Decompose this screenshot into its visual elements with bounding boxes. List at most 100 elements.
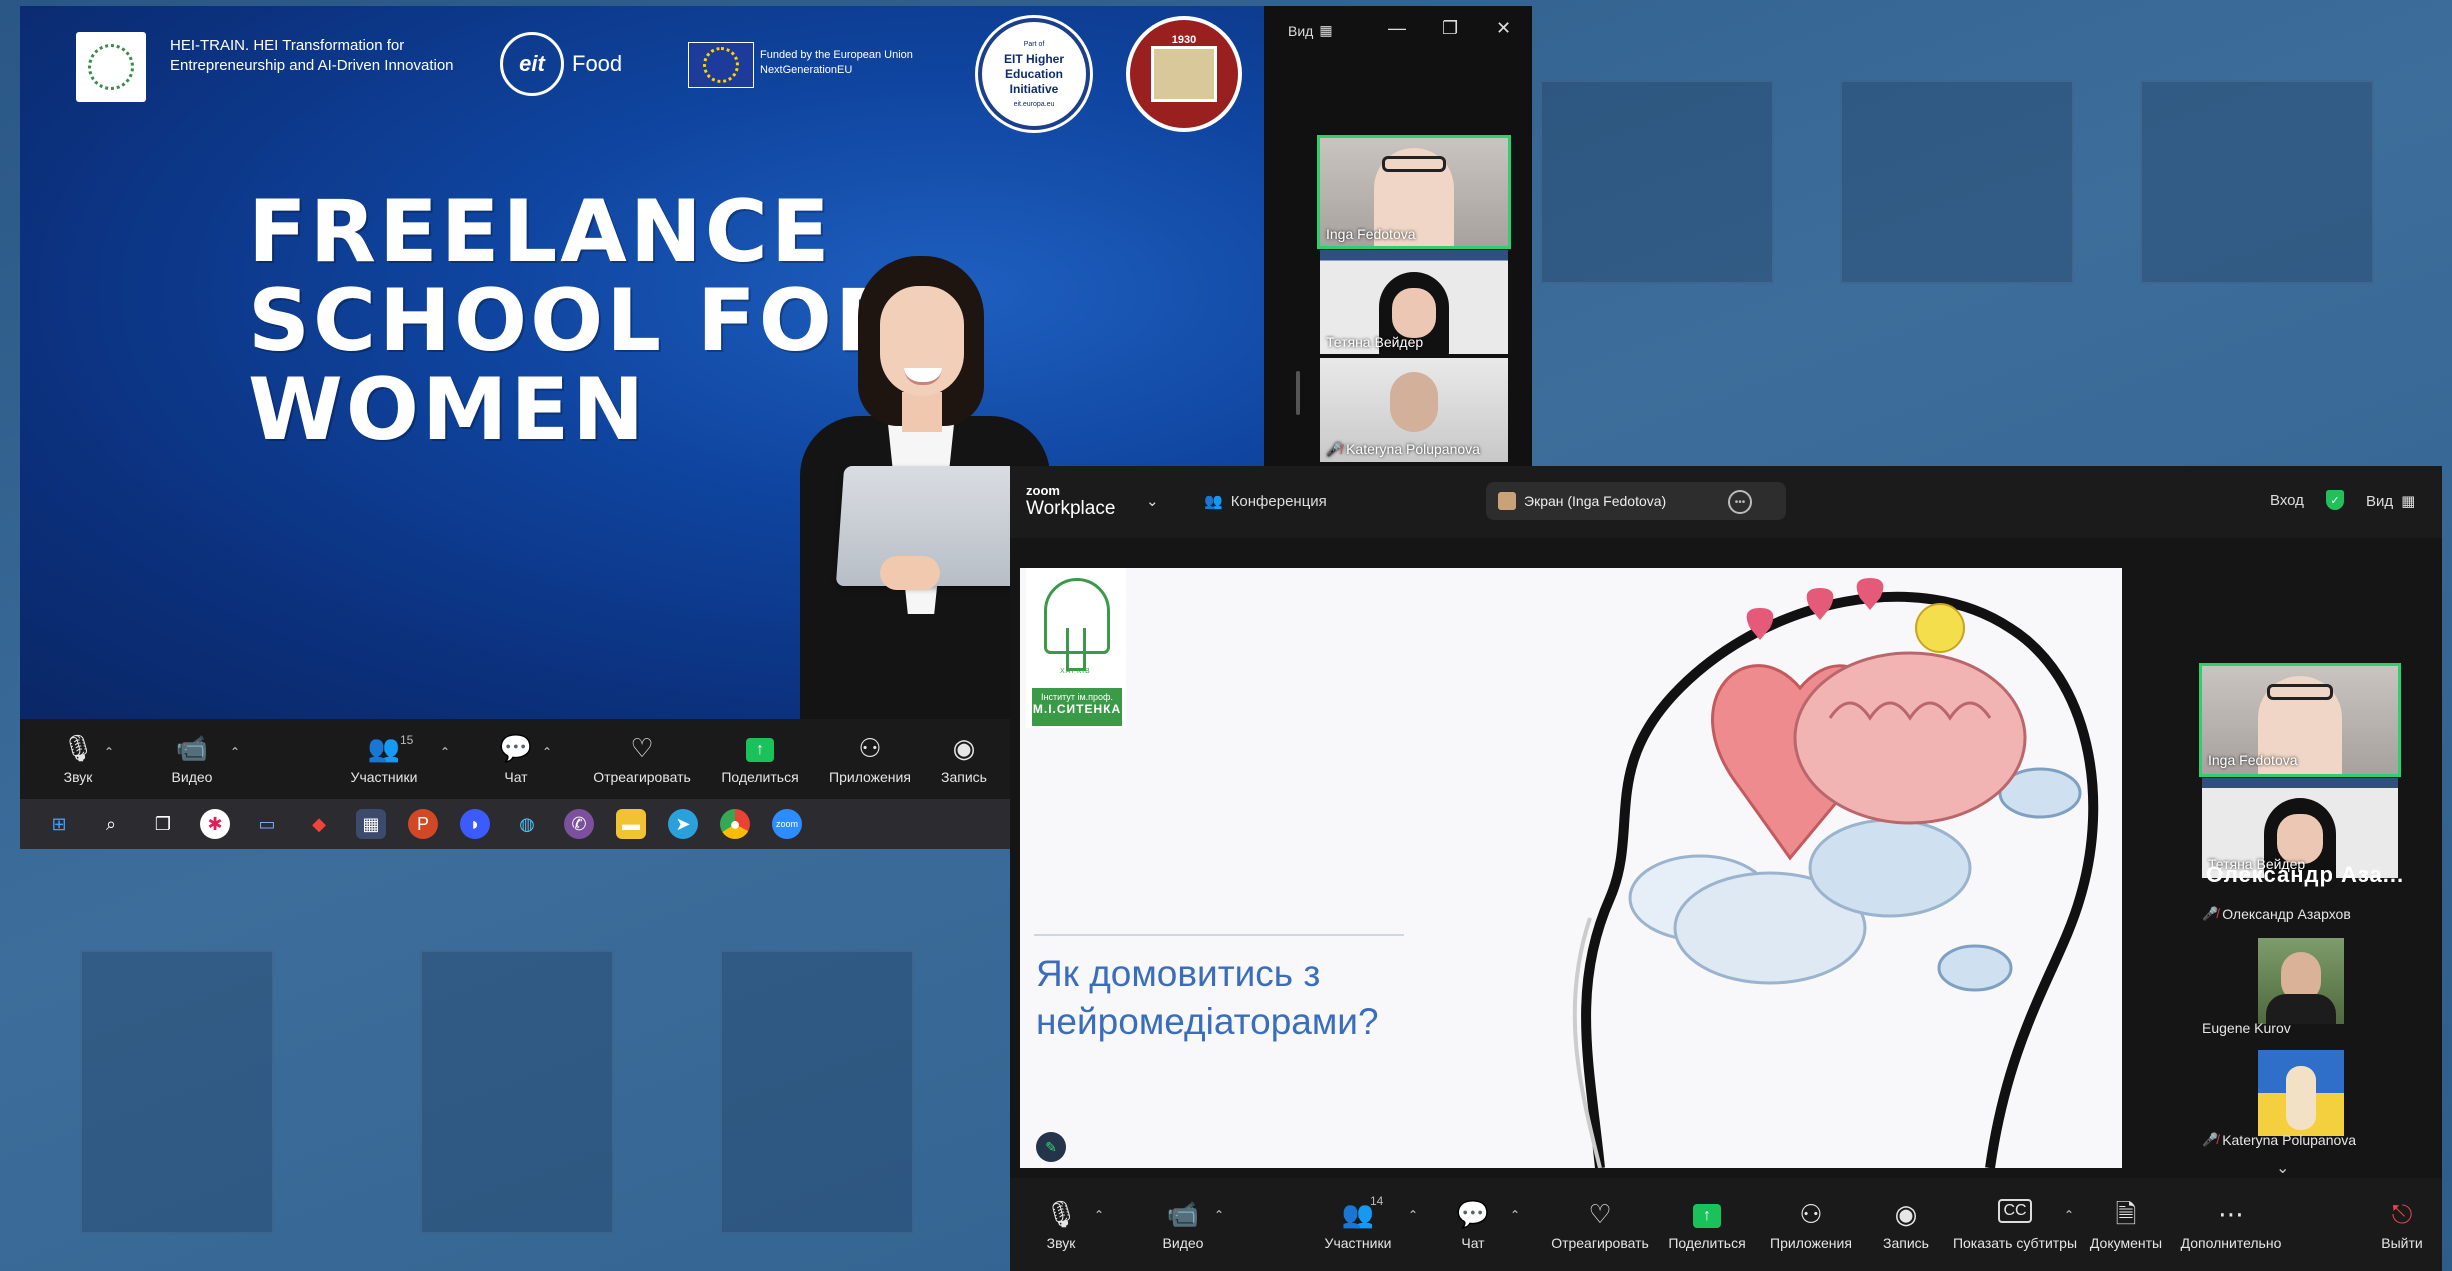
video-label: Видео xyxy=(171,769,213,785)
close-button[interactable]: ✕ xyxy=(1496,18,1511,39)
mic-muted-icon: 🎤̸ xyxy=(2202,1132,2219,1147)
conference-label: Конференция xyxy=(1230,492,1327,510)
eit-he-small: Part of xyxy=(1023,40,1045,48)
meeting-toolbar-2: 🎙 Звук ⌃ 📹 Видео ⌃ 👥 14 Участники ⌃ 💬 Ча… xyxy=(1010,1178,2442,1271)
apps-button[interactable]: ⚇ Приложения xyxy=(810,719,930,799)
calculator-icon[interactable]: ▦ xyxy=(356,809,386,839)
microphone-icon: 🎙 xyxy=(1044,1198,1078,1229)
share-button-2[interactable]: ↑ Поделиться xyxy=(1652,1178,1762,1271)
heart-and-brain-illustration xyxy=(1572,578,2099,1168)
leave-icon: ⎋ xyxy=(2391,1198,2413,1229)
share-button[interactable]: ↑ Поделиться xyxy=(700,719,820,799)
slide-title-line-1: Як домовитись з xyxy=(1036,953,1321,994)
video-options-chevron-icon[interactable]: ⌃ xyxy=(1214,1208,1224,1222)
leave-button[interactable]: ⎋ Выйти xyxy=(2374,1178,2430,1271)
minimize-button[interactable]: — xyxy=(1388,18,1406,39)
windows-taskbar: ⊞ ⌕ ❐ ✱ ▭ ◆ ▦ P ◗ ◍ ✆ ▬ ➤ ● zoom xyxy=(20,799,1014,849)
participant-row-kateryna[interactable]: 🎤̸ Kateryna Polupanova xyxy=(2202,1132,2356,1148)
annotate-pen-icon[interactable]: ✎ xyxy=(1036,1132,1066,1162)
globe-icon[interactable]: ◍ xyxy=(512,809,542,839)
avatar-eugene-kurov xyxy=(2258,938,2344,1024)
video-options-chevron-icon[interactable]: ⌃ xyxy=(230,745,240,759)
video-tile-kateryna-polupanova[interactable]: 🎤̸ Kateryna Polupanova xyxy=(1320,358,1508,462)
mic-muted-icon: 🎤̸ xyxy=(1326,442,1343,457)
participant-row-eugene[interactable]: Eugene Kurov xyxy=(2202,1020,2291,1036)
grid-view-icon: ▦ xyxy=(2401,493,2416,510)
audio-button[interactable]: 🎙 Звук xyxy=(50,719,106,799)
anydesk-icon[interactable]: ◆ xyxy=(304,809,334,839)
react-label-2: Отреагировать xyxy=(1551,1234,1649,1251)
more-options-icon[interactable]: ••• xyxy=(1728,490,1752,514)
chat-options-chevron-icon[interactable]: ⌃ xyxy=(542,745,552,759)
conference-icon: 👥 xyxy=(1204,493,1223,510)
participants-button-2[interactable]: 👥 14 Участники xyxy=(1316,1178,1400,1271)
workplace-logo-text: Workplace xyxy=(1026,498,1116,519)
participant-row-oleksandr[interactable]: 🎤̸ Олександр Азархов xyxy=(2202,906,2351,922)
participants-button[interactable]: 👥 15 Участники xyxy=(342,719,426,799)
chat-icon: 💬 xyxy=(1456,1198,1490,1229)
logo-menu-chevron-icon[interactable]: ⌄ xyxy=(1146,492,1159,510)
avatar-kateryna-polupanova xyxy=(2258,1050,2344,1136)
video-tile-inga-fedotova-2[interactable]: Inga Fedotova xyxy=(2199,663,2401,777)
chat-button[interactable]: 💬 Чат xyxy=(494,719,538,799)
background-window xyxy=(1840,80,2074,284)
participant-name: Kateryna Polupanova xyxy=(2222,1132,2357,1148)
chrome-icon[interactable]: ● xyxy=(720,809,750,839)
zoom-icon[interactable]: zoom xyxy=(772,809,802,839)
view-button[interactable]: Вид ▦ xyxy=(1288,22,1333,39)
captions-options-chevron-icon[interactable]: ⌃ xyxy=(2064,1208,2074,1222)
background-window xyxy=(720,950,914,1234)
slack-icon[interactable]: ✱ xyxy=(200,809,230,839)
background-window xyxy=(80,950,274,1234)
scanner-icon[interactable]: ▭ xyxy=(252,809,282,839)
chat-icon: 💬 xyxy=(499,733,533,763)
document-icon: 🗎 xyxy=(2115,1198,2137,1229)
powerpoint-icon[interactable]: P xyxy=(408,809,438,839)
react-button[interactable]: ♡ Отреагировать xyxy=(572,719,712,799)
heart-icon: ♡ xyxy=(630,733,654,763)
chat-button-2[interactable]: 💬 Чат xyxy=(1448,1178,1498,1271)
login-button[interactable]: Вход xyxy=(2270,492,2304,509)
messenger-icon[interactable]: ◗ xyxy=(460,809,490,839)
video-button-2[interactable]: 📹 Видео xyxy=(1148,1178,1218,1271)
task-view-icon[interactable]: ❐ xyxy=(148,809,178,839)
glasses-icon xyxy=(2267,684,2333,700)
audio-options-chevron-icon[interactable]: ⌃ xyxy=(1094,1208,1104,1222)
chat-options-chevron-icon[interactable]: ⌃ xyxy=(1510,1208,1520,1222)
record-button-2[interactable]: ◉ Запись xyxy=(1866,1178,1946,1271)
react-button-2[interactable]: ♡ Отреагировать xyxy=(1532,1178,1668,1271)
search-icon[interactable]: ⌕ xyxy=(96,809,126,839)
view-button-2[interactable]: Вид ▦ xyxy=(2366,492,2416,511)
slide-logo-bar: HEI-TRAIN. HEI Transformation for Entrep… xyxy=(20,6,1264,132)
apps-button-2[interactable]: ⚇ Приложения xyxy=(1756,1178,1866,1271)
share-screen-icon: ↑ xyxy=(1693,1203,1721,1228)
audio-button-2[interactable]: 🎙 Звук xyxy=(1038,1178,1084,1271)
restore-button[interactable]: ❐ xyxy=(1442,18,1458,39)
captions-button[interactable]: CC Показать субтитры xyxy=(1948,1178,2082,1271)
video-tile-inga-fedotova[interactable]: Inga Fedotova xyxy=(1317,135,1511,249)
record-label-2: Запись xyxy=(1883,1234,1929,1251)
documents-button[interactable]: 🗎 Документы xyxy=(2086,1178,2166,1271)
record-button[interactable]: ◉ Запись xyxy=(924,719,1004,799)
background-window xyxy=(1540,80,1774,284)
viber-icon[interactable]: ✆ xyxy=(564,809,594,839)
chat-label-2: Чат xyxy=(1461,1234,1485,1251)
panel-scrollbar[interactable] xyxy=(1296,371,1300,415)
folder-icon[interactable]: ▬ xyxy=(616,809,646,839)
video-tile-tetyana-veider[interactable]: Тетяна Вейдер xyxy=(1320,250,1508,354)
security-shield-icon[interactable]: ✓ xyxy=(2326,490,2344,510)
video-button[interactable]: 📹 Видео xyxy=(162,719,222,799)
share-label: Поделиться xyxy=(721,769,799,785)
participants-options-chevron-icon[interactable]: ⌃ xyxy=(1408,1208,1418,1222)
telegram-icon[interactable]: ➤ xyxy=(668,809,698,839)
audio-options-chevron-icon[interactable]: ⌃ xyxy=(104,745,114,759)
more-icon: ⋯ xyxy=(2218,1198,2244,1229)
conference-tab[interactable]: 👥 Конференция xyxy=(1204,492,1327,511)
shared-slide-neuromediators: ХАРКІВ Інститут ім.проф. М.І.СИТЕНКА Як … xyxy=(1020,568,2122,1168)
eit-he-sub: eit.europa.eu xyxy=(1013,100,1055,108)
participants-options-chevron-icon[interactable]: ⌃ xyxy=(440,745,450,759)
windows-icon[interactable]: ⊞ xyxy=(44,809,74,839)
scroll-down-chevron-icon[interactable]: ⌄ xyxy=(2276,1158,2289,1178)
more-label: Дополнительно xyxy=(2180,1234,2282,1251)
more-button[interactable]: ⋯ Дополнительно xyxy=(2176,1178,2286,1271)
